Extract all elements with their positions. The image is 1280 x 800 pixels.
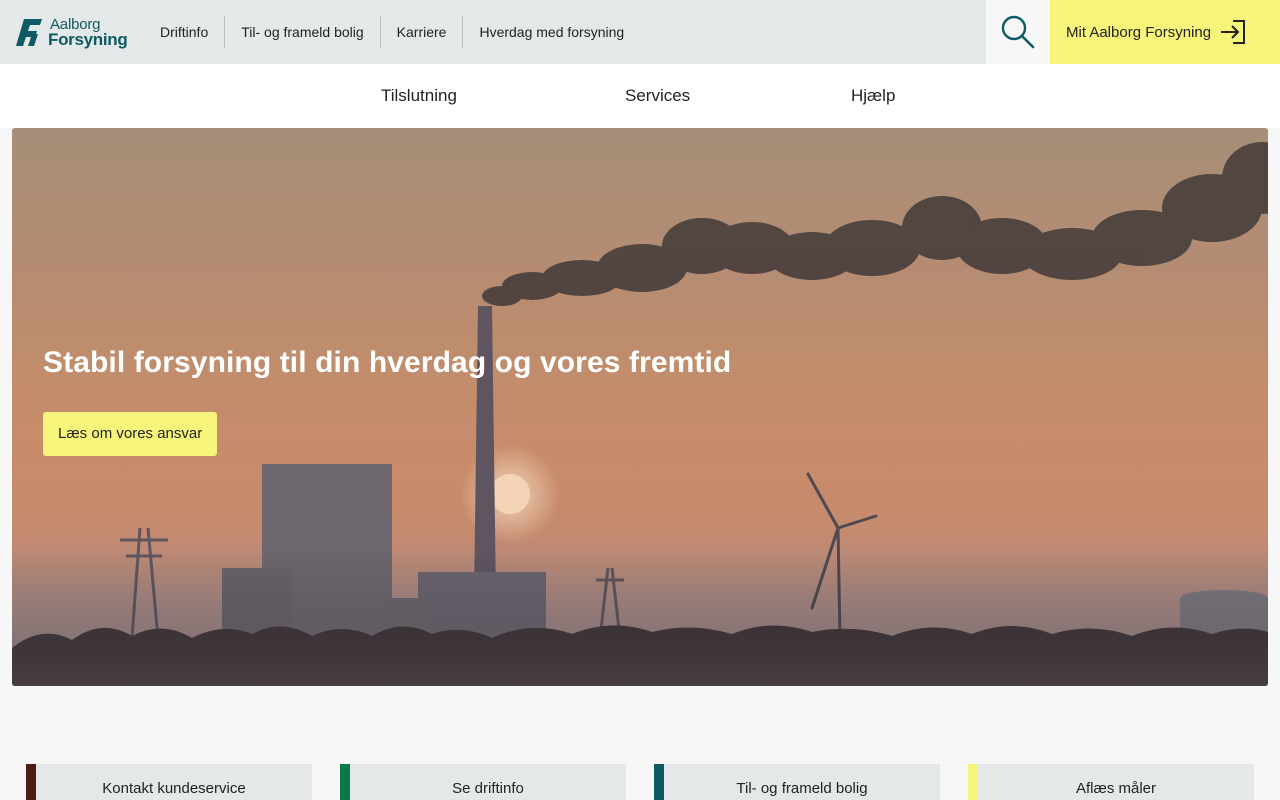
util-link-hverdag-med-forsyning[interactable]: Hverdag med forsyning	[463, 16, 640, 48]
util-link-driftinfo[interactable]: Driftinfo	[144, 16, 226, 48]
quick-link-label: Kontakt kundeservice	[102, 780, 246, 797]
hero-title: Stabil forsyning til din hverdag og vore…	[43, 346, 732, 379]
hero-cta-button[interactable]: Læs om vores ansvar	[43, 412, 218, 456]
logo-mark-icon	[16, 19, 42, 46]
quick-link-label: Aflæs måler	[1075, 780, 1157, 797]
login-arrow-icon	[1221, 20, 1246, 44]
quick-link-se-driftinfo[interactable]: Se driftinfo	[340, 764, 626, 800]
utility-nav: Driftinfo Til- og frameld bolig Karriere…	[144, 16, 640, 48]
hero-banner: Stabil forsyning til din hverdag og vore…	[12, 128, 1268, 686]
nav-item-tilslutning[interactable]: Tilslutning	[381, 64, 457, 128]
quick-link-accent	[26, 764, 36, 800]
search-icon	[1001, 15, 1035, 49]
search-button[interactable]	[986, 0, 1050, 64]
logo-text: Aalborg Forsyning	[48, 17, 128, 49]
quick-link-aflaes-maaler[interactable]: Aflæs måler	[968, 764, 1254, 800]
nav-item-hjaelp[interactable]: Hjælp	[851, 64, 895, 128]
quick-link-label: Til- og frameld bolig	[736, 780, 868, 797]
logo-line2: Forsyning	[48, 30, 128, 49]
nav-item-services[interactable]: Services	[625, 64, 690, 128]
quick-link-accent	[654, 764, 664, 800]
util-link-karriere[interactable]: Karriere	[381, 16, 464, 48]
top-bar: Aalborg Forsyning Driftinfo Til- og fram…	[0, 0, 1280, 64]
logo[interactable]: Aalborg Forsyning	[16, 14, 130, 50]
quick-link-label: Se driftinfo	[452, 780, 524, 797]
quick-link-accent	[340, 764, 350, 800]
main-nav: Tilslutning Services Hjælp	[0, 64, 1280, 128]
quick-link-kontakt-kundeservice[interactable]: Kontakt kundeservice	[26, 764, 312, 800]
quick-link-til-frameld-bolig[interactable]: Til- og frameld bolig	[654, 764, 940, 800]
login-button[interactable]: Mit Aalborg Forsyning	[1050, 0, 1280, 64]
hero-background-image	[12, 142, 1268, 686]
util-link-til-frameld-bolig[interactable]: Til- og frameld bolig	[225, 16, 381, 48]
login-label: Mit Aalborg Forsyning	[1066, 23, 1212, 41]
quick-link-accent	[968, 764, 978, 800]
